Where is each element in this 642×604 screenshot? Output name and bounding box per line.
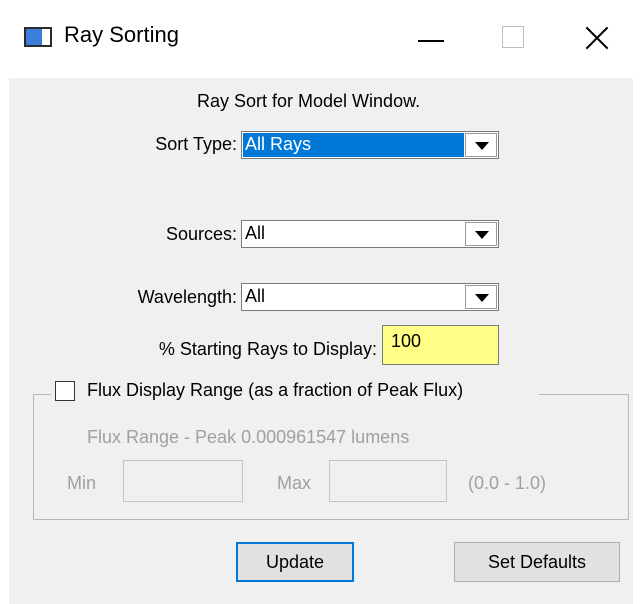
close-icon[interactable] <box>576 20 622 56</box>
sort-type-dropdown[interactable]: All Rays <box>241 131 499 159</box>
max-input[interactable] <box>329 460 447 502</box>
dialog-heading: Ray Sort for Model Window. <box>197 91 421 111</box>
title-bar[interactable]: Ray Sorting <box>0 0 642 78</box>
sort-type-label: Sort Type: <box>155 134 237 154</box>
sources-value: All <box>245 223 266 243</box>
starting-rays-input[interactable]: 100 <box>382 325 499 365</box>
sources-dropdown[interactable]: All <box>241 220 499 248</box>
min-input[interactable] <box>123 460 243 502</box>
starting-rays-value: 100 <box>391 331 422 351</box>
wavelength-dropdown[interactable]: All <box>241 283 499 311</box>
flux-checkbox-label: Flux Display Range (as a fraction of Pea… <box>87 380 464 400</box>
wavelength-value: All <box>245 286 266 306</box>
wavelength-label: Wavelength: <box>137 287 237 307</box>
minimize-icon[interactable] <box>408 20 454 56</box>
update-button[interactable]: Update <box>236 542 354 582</box>
range-hint: (0.0 - 1.0) <box>468 473 547 493</box>
dialog-body: Ray Sort for Model Window. Sort Type: Al… <box>9 78 633 604</box>
max-label: Max <box>277 473 312 493</box>
flux-range-text: Flux Range - Peak 0.000961547 lumens <box>87 427 410 447</box>
window-title: Ray Sorting <box>64 22 179 47</box>
chevron-down-icon[interactable] <box>465 133 497 157</box>
chevron-down-icon[interactable] <box>465 222 497 246</box>
maximize-icon[interactable] <box>488 20 534 56</box>
starting-rays-label: % Starting Rays to Display: <box>158 339 377 359</box>
sort-type-value: All Rays <box>245 134 312 154</box>
set-defaults-button[interactable]: Set Defaults <box>454 542 620 582</box>
chevron-down-icon[interactable] <box>465 285 497 309</box>
flux-checkbox[interactable] <box>55 381 75 401</box>
min-label: Min <box>67 473 97 493</box>
app-window-icon <box>24 27 52 47</box>
sources-label: Sources: <box>165 224 237 244</box>
